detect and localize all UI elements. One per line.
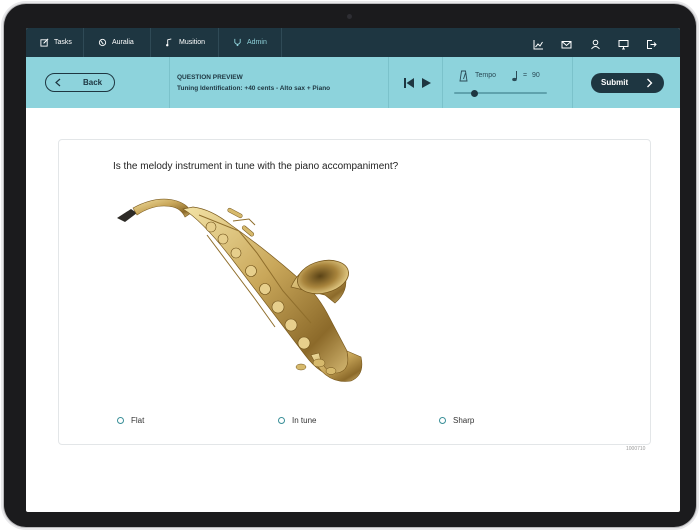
- top-nav: Tasks Auralia Musition Admin: [26, 28, 680, 57]
- radio-button[interactable]: [117, 417, 124, 424]
- auralia-icon: [98, 38, 107, 47]
- submit-button[interactable]: Submit: [591, 73, 664, 93]
- metronome-icon: [459, 70, 468, 82]
- preview-title: QUESTION PREVIEW: [177, 74, 243, 81]
- tempo-slider-handle[interactable]: [471, 90, 478, 97]
- nav-tab-label: Auralia: [112, 39, 134, 46]
- option-label: Sharp: [453, 416, 475, 425]
- chevron-right-icon: [647, 78, 653, 88]
- tempo-equals: =: [523, 72, 528, 79]
- mail-icon[interactable]: [561, 37, 572, 49]
- back-button[interactable]: Back: [45, 73, 115, 92]
- admin-icon: [234, 38, 241, 47]
- preview-subtitle: Tuning Identification: +40 cents - Alto …: [177, 85, 331, 92]
- divider: [388, 57, 389, 108]
- option-flat[interactable]: Flat: [117, 416, 144, 425]
- app-screen: Tasks Auralia Musition Admin Back QUESTI…: [26, 28, 680, 512]
- playback-controls: [404, 78, 431, 88]
- tablet-frame: Tasks Auralia Musition Admin Back QUESTI…: [4, 4, 696, 527]
- question-card: Is the melody instrument in tune with th…: [58, 139, 651, 445]
- divider: [169, 57, 170, 108]
- chevron-left-icon: [55, 78, 61, 87]
- radio-button[interactable]: [439, 417, 446, 424]
- option-in-tune[interactable]: In tune: [278, 416, 316, 425]
- nav-tab-label: Tasks: [54, 39, 72, 46]
- tempo-value: 90: [532, 72, 540, 79]
- saxophone-image: [117, 198, 363, 382]
- quarter-note-icon: [512, 71, 517, 82]
- question-text: Is the melody instrument in tune with th…: [113, 161, 399, 172]
- musition-icon: [166, 38, 172, 47]
- nav-tab-musition[interactable]: Musition: [151, 28, 219, 57]
- question-preview-bar: Back QUESTION PREVIEW Tuning Identificat…: [26, 57, 680, 108]
- divider: [572, 57, 573, 108]
- user-icon[interactable]: [590, 37, 601, 50]
- option-label: Flat: [131, 416, 145, 425]
- nav-tab-admin[interactable]: Admin: [219, 28, 282, 57]
- tempo-label: Tempo: [475, 72, 497, 79]
- nav-tab-label: Admin: [247, 39, 267, 46]
- nav-tab-auralia[interactable]: Auralia: [84, 28, 151, 57]
- question-id: 1000710: [626, 446, 646, 452]
- divider: [442, 57, 443, 108]
- option-label: In tune: [292, 416, 317, 425]
- logout-icon[interactable]: [646, 37, 657, 49]
- camera-dot: [347, 14, 352, 19]
- nav-tab-tasks[interactable]: Tasks: [26, 28, 84, 57]
- play-icon[interactable]: [422, 78, 431, 88]
- submit-button-label: Submit: [601, 78, 629, 87]
- back-button-label: Back: [83, 78, 103, 87]
- nav-tab-label: Musition: [179, 39, 206, 46]
- monitor-icon[interactable]: [618, 37, 629, 50]
- chart-icon[interactable]: [533, 37, 544, 50]
- option-sharp[interactable]: Sharp: [439, 416, 474, 425]
- edit-icon: [40, 38, 49, 47]
- skip-back-icon[interactable]: [404, 78, 414, 88]
- radio-button[interactable]: [278, 417, 285, 424]
- tempo-slider[interactable]: [454, 90, 547, 97]
